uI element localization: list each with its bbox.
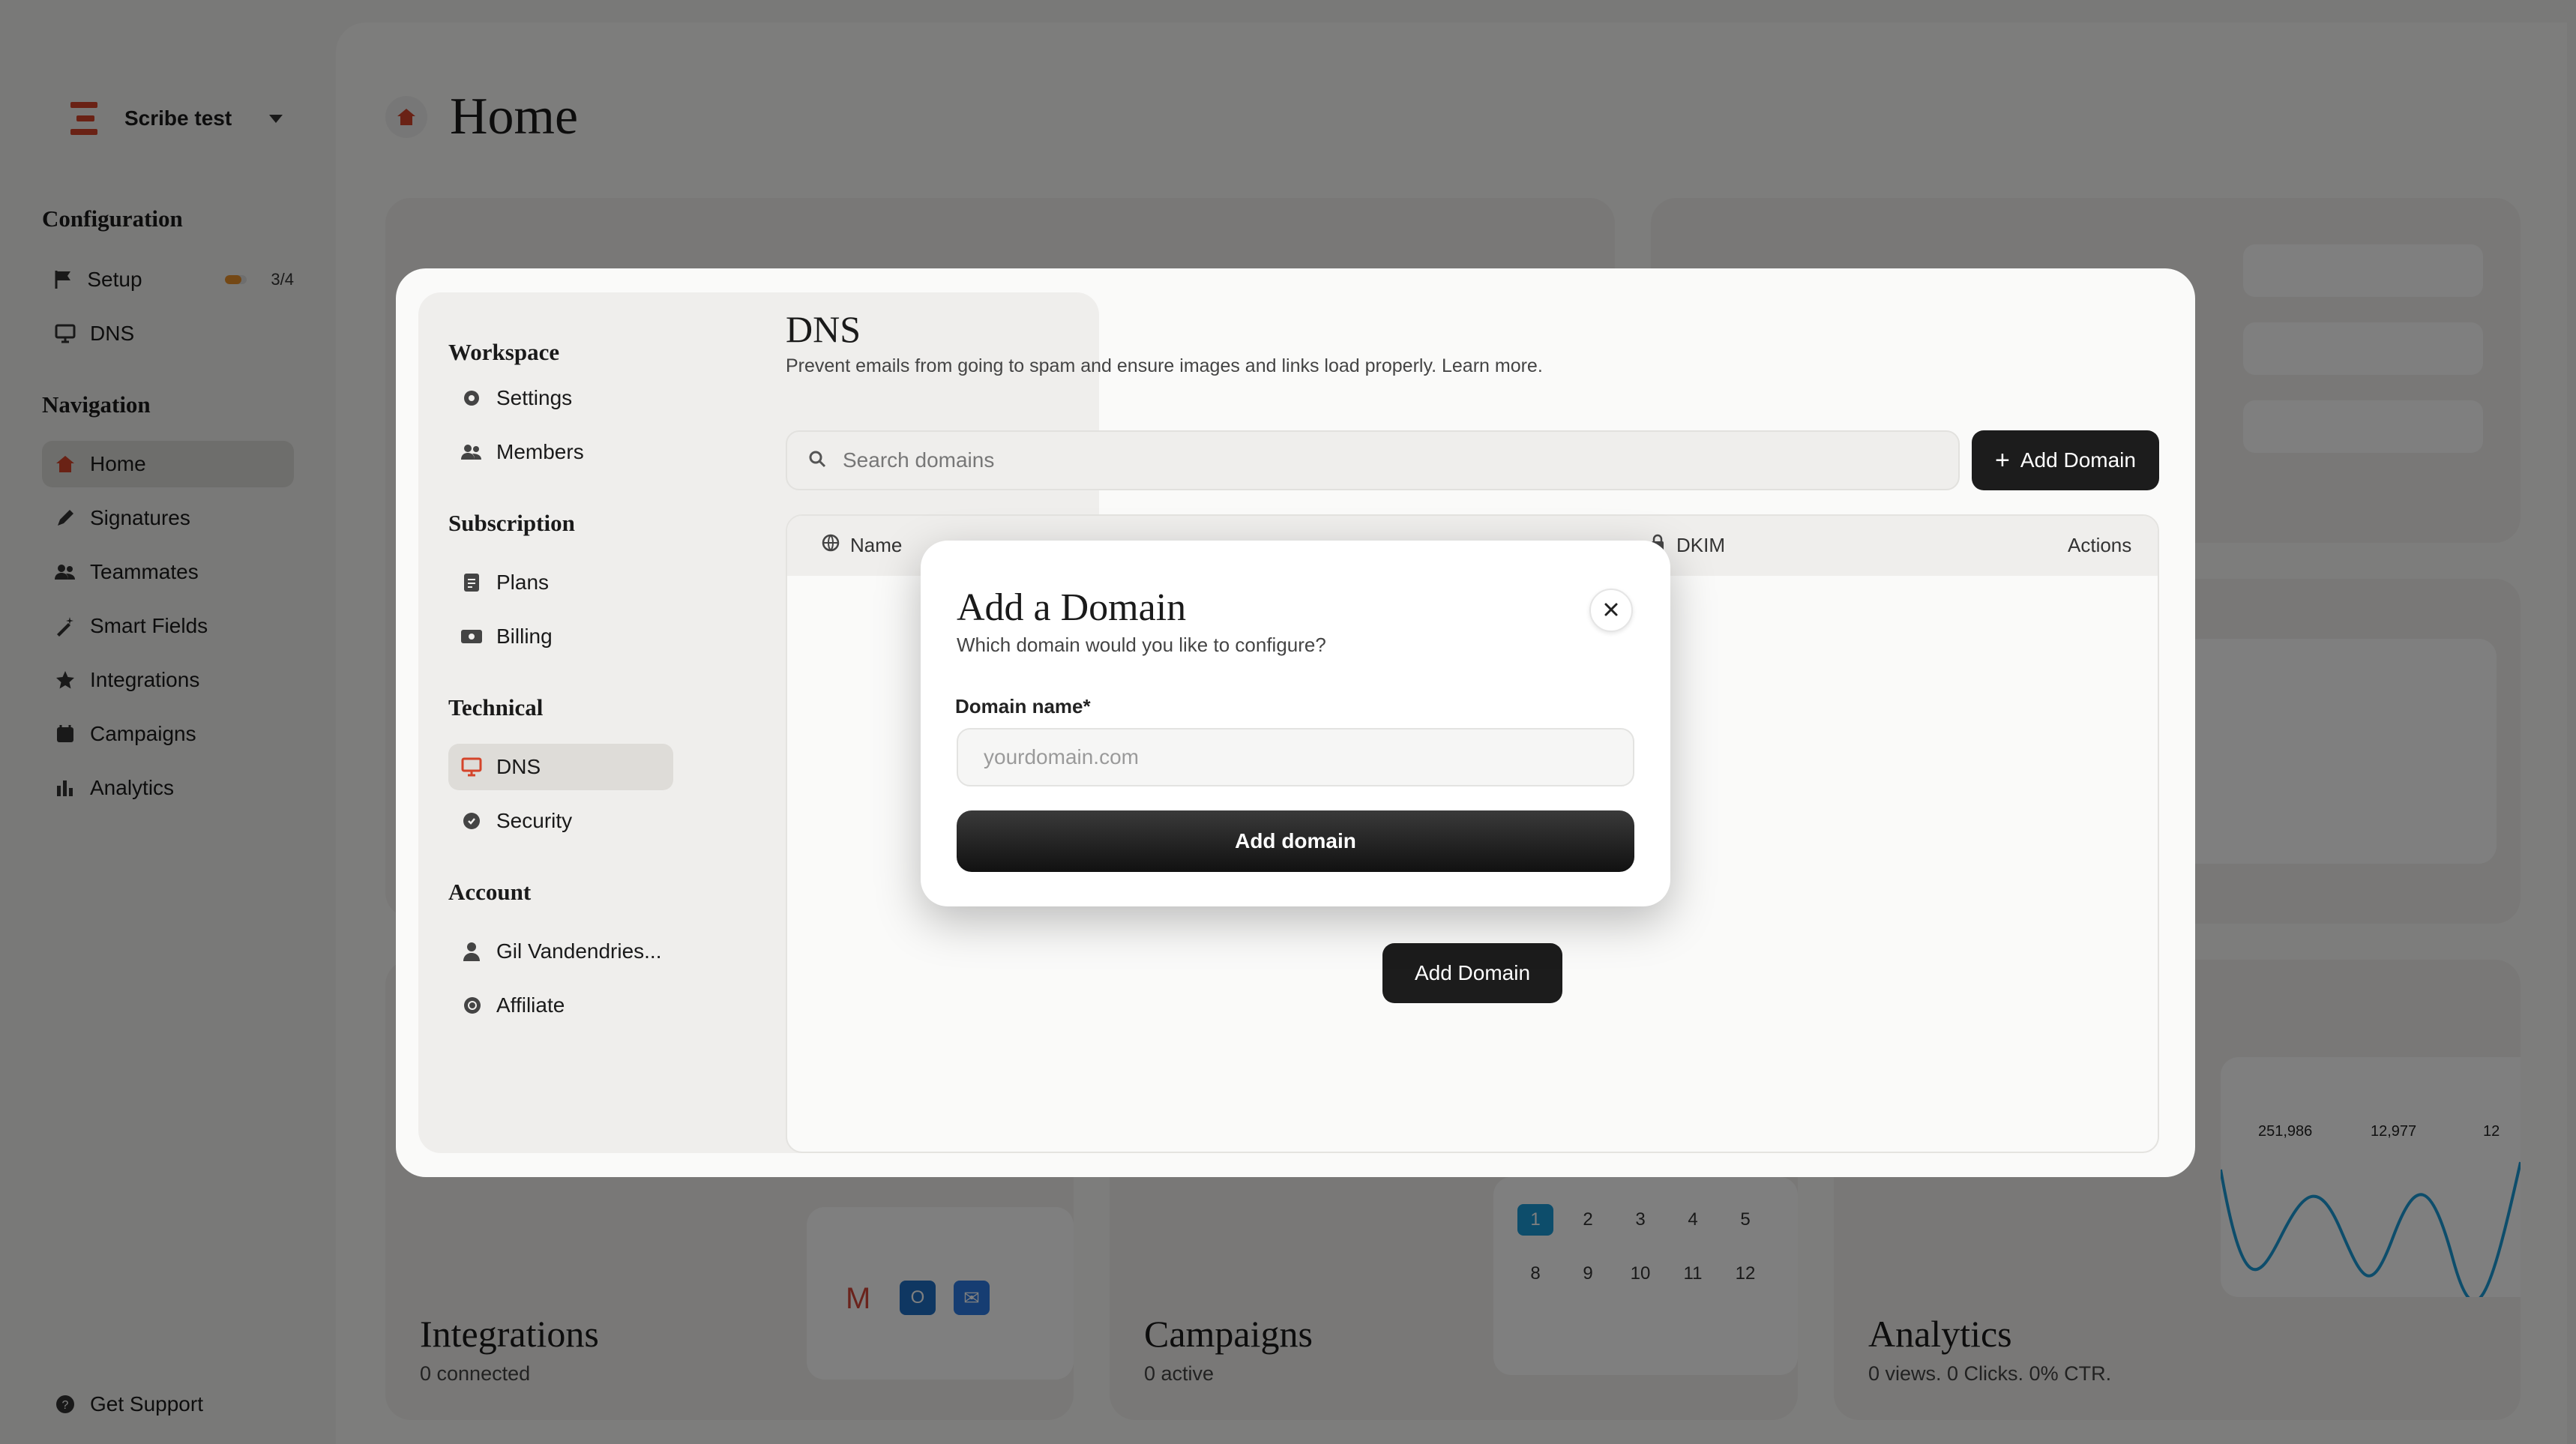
dialog-title: Add a Domain [957, 586, 1187, 629]
settings-nav-label: Members [496, 440, 584, 463]
settings-nav-label: Billing [496, 625, 553, 648]
settings-nav-label: Gil Vandendries... [496, 939, 662, 963]
close-icon [1603, 601, 1619, 620]
settings-nav-label: Affiliate [496, 993, 565, 1017]
coins-icon [460, 994, 483, 1017]
search-icon [808, 450, 826, 472]
domain-name-label: Domain name* [955, 695, 1091, 718]
settings-section-technical: Technical [448, 694, 544, 721]
settings-nav-dns[interactable]: DNS [448, 744, 673, 790]
settings-section-account: Account [448, 879, 532, 905]
dns-description: Prevent emails from going to spam and en… [786, 355, 1543, 376]
document-icon [460, 571, 483, 594]
dialog-subtitle: Which domain would you like to configure… [957, 634, 1326, 656]
globe-icon [822, 534, 840, 557]
gear-icon [460, 387, 483, 409]
users-icon [460, 441, 483, 463]
settings-nav-label: Settings [496, 386, 573, 409]
settings-nav-label: Plans [496, 571, 550, 594]
plus-icon: + [1995, 446, 2010, 475]
column-name-label: Name [850, 534, 903, 556]
add-domain-button[interactable]: + Add Domain [1972, 430, 2159, 490]
settings-nav-profile[interactable]: Gil Vandendries... [448, 928, 673, 975]
domain-name-input[interactable] [957, 728, 1634, 786]
dns-title: DNS [786, 308, 861, 350]
column-dkim-label: DKIM [1676, 534, 1725, 556]
settings-nav-security[interactable]: Security [448, 798, 673, 844]
column-name: Name [822, 534, 902, 557]
column-actions: Actions [2068, 534, 2132, 556]
add-domain-dialog: Add a Domain Which domain would you like… [921, 541, 1670, 906]
settings-nav-affiliate[interactable]: Affiliate [448, 982, 673, 1029]
settings-nav-label: Security [496, 809, 573, 832]
settings-nav-billing[interactable]: Billing [448, 613, 673, 660]
close-dialog-button[interactable] [1589, 589, 1633, 632]
user-icon [460, 940, 483, 963]
add-domain-label: Add Domain [2020, 448, 2136, 472]
monitor-icon [460, 756, 483, 778]
settings-nav-settings[interactable]: Settings [448, 375, 673, 421]
search-domains-input[interactable] [843, 448, 1892, 472]
add-domain-submit-button[interactable]: Add domain [957, 810, 1634, 872]
add-domain-empty-button[interactable]: Add Domain [1382, 943, 1562, 1003]
settings-nav-plans[interactable]: Plans [448, 559, 673, 606]
settings-section-workspace: Workspace [448, 339, 560, 365]
settings-nav-members[interactable]: Members [448, 429, 673, 475]
settings-section-subscription: Subscription [448, 510, 575, 536]
credit-card-icon [460, 625, 483, 648]
settings-nav-label: DNS [496, 755, 541, 778]
shield-icon [460, 810, 483, 832]
search-domains-field[interactable] [786, 430, 1960, 490]
